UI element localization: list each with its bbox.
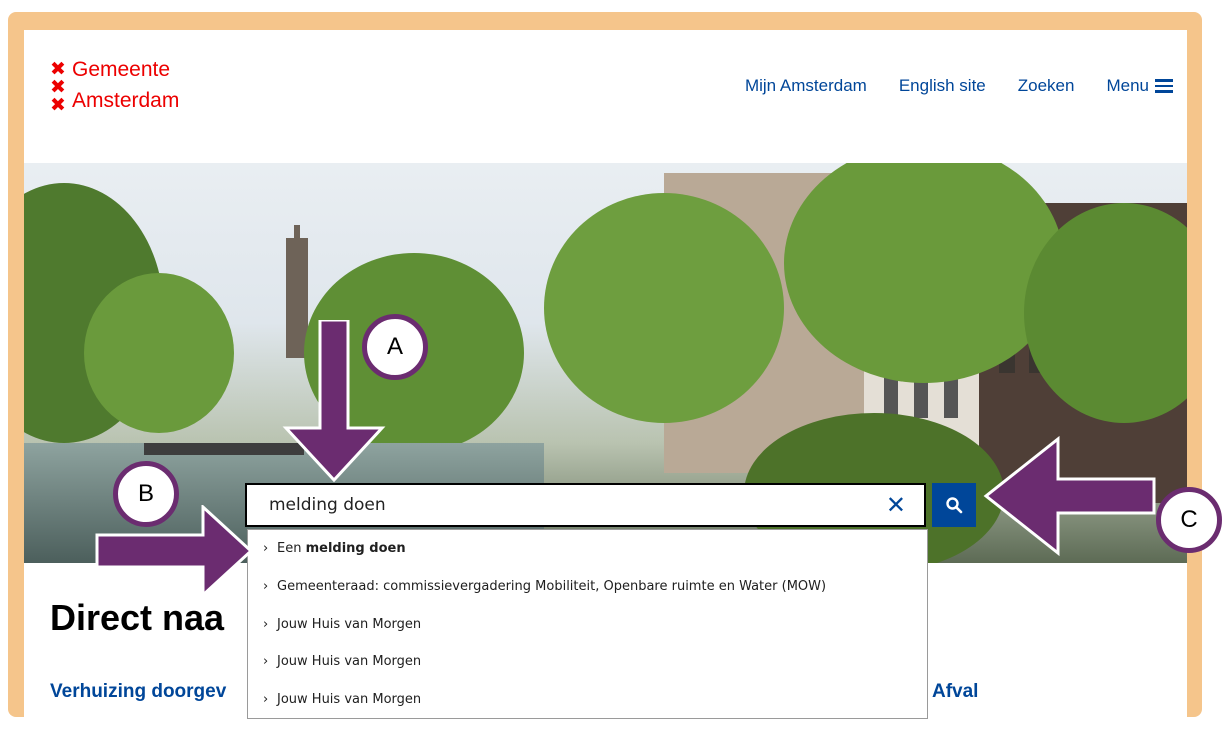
annotation-badge-b: B — [113, 461, 179, 527]
annotation-arrow-c-icon — [983, 435, 1156, 557]
nav-english-site[interactable]: English site — [899, 76, 986, 96]
browser-page: ✖ ✖ ✖ Gemeente Amsterdam Mijn Amsterdam … — [24, 30, 1187, 729]
annotation-badge-c: C — [1156, 487, 1222, 553]
search-button[interactable] — [932, 483, 976, 527]
search-input[interactable] — [247, 485, 889, 525]
search-suggestions: › Een melding doen › Gemeenteraad: commiss… — [247, 529, 928, 719]
chevron-right-icon: › — [263, 541, 269, 556]
suggestion-item[interactable]: › Jouw Huis van Morgen — [263, 617, 421, 632]
nav-mijn-amsterdam[interactable]: Mijn Amsterdam — [745, 76, 867, 96]
nav-zoeken[interactable]: Zoeken — [1018, 76, 1075, 96]
suggestion-item[interactable]: › Een melding doen — [263, 541, 406, 556]
chevron-right-icon: › — [263, 654, 269, 669]
search-field[interactable]: ✕ — [245, 483, 926, 527]
logo-text-amsterdam: Amsterdam — [72, 89, 180, 112]
chevron-right-icon: › — [263, 617, 269, 632]
search-icon — [946, 497, 963, 514]
suggestion-item[interactable]: › Jouw Huis van Morgen — [263, 692, 421, 707]
suggestion-item[interactable]: › Gemeenteraad: commissievergadering Mobi… — [263, 579, 826, 594]
clear-icon[interactable]: ✕ — [886, 491, 906, 519]
logo-text-gemeente: Gemeente — [72, 58, 171, 81]
hamburger-icon — [1155, 76, 1173, 96]
menu-label: Menu — [1106, 76, 1149, 95]
annotation-badge-a: A — [362, 314, 428, 380]
header-nav: Mijn Amsterdam English site Zoeken Menu — [745, 76, 1173, 96]
annotation-arrow-b-icon — [95, 505, 254, 597]
logo-crosses-icon: ✖ ✖ ✖ — [50, 58, 66, 116]
menu-button[interactable]: Menu — [1106, 76, 1173, 96]
link-afval[interactable]: Afval — [932, 681, 978, 703]
suggestion-item[interactable]: › Jouw Huis van Morgen — [263, 654, 421, 669]
link-verhuizing-doorgeven[interactable]: Verhuizing doorgev — [50, 681, 226, 703]
chevron-right-icon: › — [263, 579, 269, 594]
section-heading: Direct naa — [50, 597, 225, 638]
chevron-right-icon: › — [263, 692, 269, 707]
